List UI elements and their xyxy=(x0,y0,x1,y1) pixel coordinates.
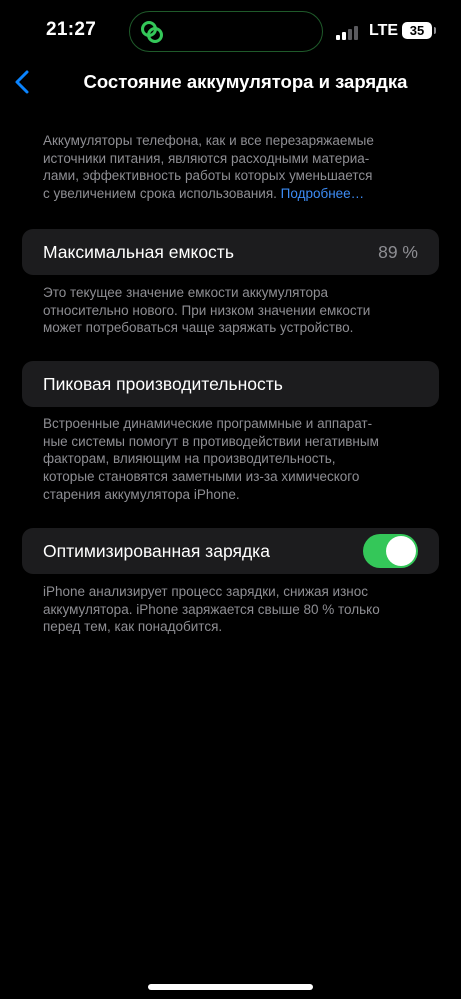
back-button[interactable] xyxy=(10,66,38,98)
max-capacity-row: Максимальная емкость 89 % xyxy=(22,229,439,275)
footer-line: Встроенные динамические программные и ап… xyxy=(43,416,373,431)
intro-line: источники питания, являются расходными м… xyxy=(43,150,370,166)
max-capacity-value: 89 % xyxy=(378,242,418,262)
optimized-charging-row: Оптимизированная зарядка xyxy=(22,528,439,574)
page-title: Состояние аккумулятора и зарядка xyxy=(83,71,408,92)
intro-line: Аккумуляторы телефона, как и все перезар… xyxy=(43,133,374,148)
learn-more-link[interactable]: Подробнее… xyxy=(281,186,365,201)
footer-line: Это текущее значение емкости аккумулятор… xyxy=(43,285,328,300)
footer-line: которые становятся заметными из-за химич… xyxy=(43,469,360,485)
chevron-left-icon xyxy=(15,70,29,94)
max-capacity-footer: Это текущее значение емкости аккумулятор… xyxy=(43,284,423,337)
footer-line: старения аккумулятора iPhone. xyxy=(43,486,240,502)
max-capacity-label: Максимальная емкость xyxy=(43,242,234,262)
footer-line: факторам, влияющим на производительность… xyxy=(43,451,336,467)
cellular-signal-icon xyxy=(336,24,362,40)
optimized-charging-footer: iPhone анализирует процесс зарядки, сниж… xyxy=(43,583,423,636)
network-type: LTE xyxy=(369,22,399,39)
peak-performance-label: Пиковая производительность xyxy=(43,374,283,394)
battery-cap xyxy=(434,27,436,34)
footer-line: относительно нового. При низком значении… xyxy=(43,302,371,318)
battery-icon: 35 xyxy=(402,22,432,39)
footer-line: iPhone анализирует процесс зарядки, сниж… xyxy=(43,584,369,599)
link-icon xyxy=(141,21,163,43)
footer-line: аккумулятора. iPhone заряжается свыше 80… xyxy=(43,601,380,617)
optimized-charging-label: Оптимизированная зарядка xyxy=(43,541,270,561)
intro-line: с увеличением срока использования. Подро… xyxy=(43,186,365,202)
status-bar: 21:27 LTE 35 xyxy=(0,0,461,64)
peak-performance-footer: Встроенные динамические программные и ап… xyxy=(43,415,423,504)
footer-line: перед тем, как понадобится. xyxy=(43,619,223,635)
status-time: 21:27 xyxy=(46,19,97,40)
toggle-knob xyxy=(386,536,416,566)
footer-line: может потребоваться чаще заряжать устрой… xyxy=(43,320,354,336)
intro-text: Аккумуляторы телефона, как и все перезар… xyxy=(43,132,423,203)
dynamic-island[interactable] xyxy=(129,11,323,52)
home-indicator[interactable] xyxy=(148,984,313,990)
intro-line: лами, эффективность работы которых умень… xyxy=(43,168,373,184)
peak-performance-row: Пиковая производительность xyxy=(22,361,439,407)
optimized-charging-toggle[interactable] xyxy=(363,534,418,568)
footer-line: ные системы помогут в противодействии не… xyxy=(43,433,379,449)
